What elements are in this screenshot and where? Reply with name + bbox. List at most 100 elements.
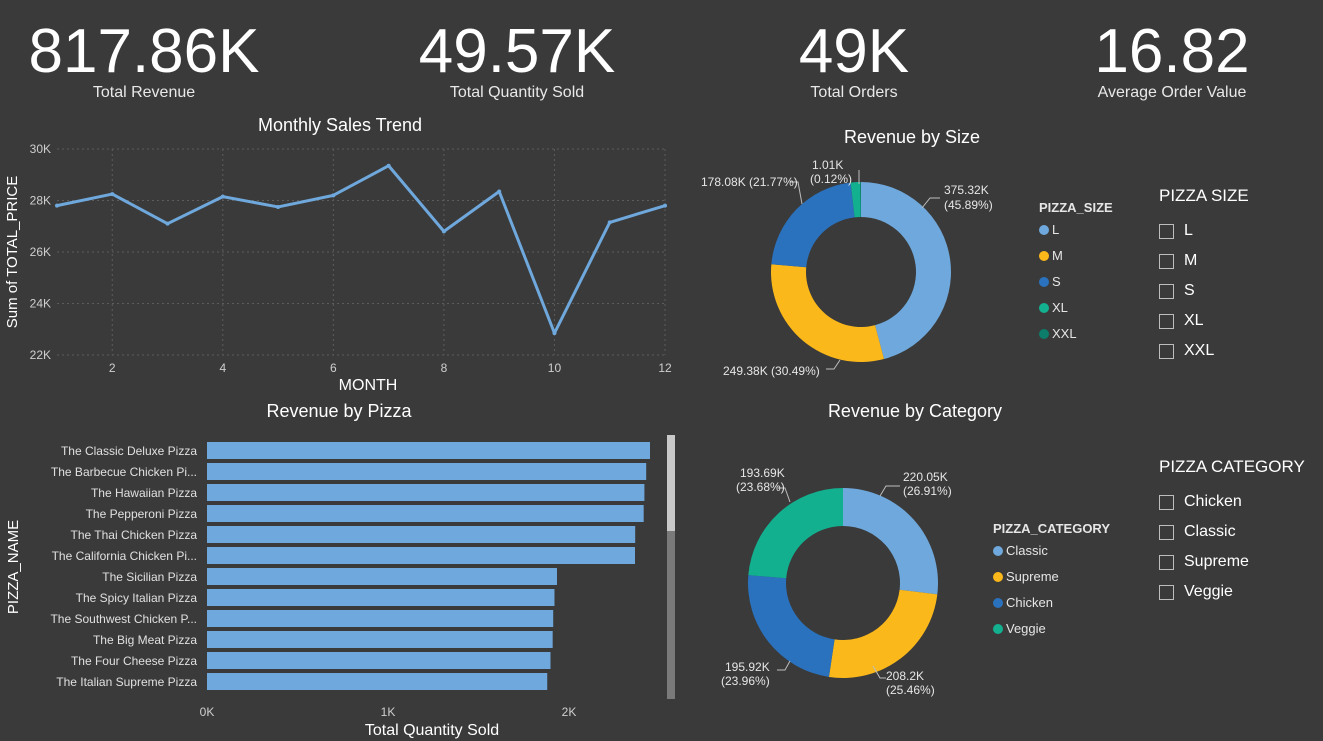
data-point [497,189,502,194]
checkbox[interactable] [1159,494,1174,510]
donut-slice-supreme [828,589,938,678]
slicer-option-classic[interactable]: Classic [1159,517,1305,547]
pizza-category-slicer: PIZZA CATEGORY Chicken Classic Supreme V… [1159,457,1305,607]
y-tick-label: 28K [30,194,51,208]
data-label: (23.68%) [736,480,785,494]
category-label: The Italian Supreme Pizza [56,675,197,689]
slicer-option-xxl[interactable]: XXL [1159,336,1249,366]
data-label: (45.89%) [944,198,993,212]
chart-title: Revenue by Size [844,127,980,147]
slicer-option-m[interactable]: M [1159,246,1249,276]
kpi-value: 49.57K [418,17,616,86]
chart-title: Monthly Sales Trend [258,115,422,135]
x-axis-title: MONTH [339,377,398,394]
pizza-size-slicer: PIZZA SIZE L M S XL XXL [1159,186,1249,366]
legend-marker [993,572,1003,582]
bar [207,526,636,543]
category-label: The Sicilian Pizza [102,570,197,584]
scrollbar-thumb[interactable] [667,435,675,531]
data-point [165,221,170,226]
category-label: The California Chicken Pi... [52,549,197,563]
y-tick-label: 22K [30,348,51,362]
x-axis-title: Total Quantity Sold [365,722,499,739]
data-point [331,193,336,198]
slicer-option-veggie[interactable]: Veggie [1159,577,1305,607]
x-tick-label: 8 [441,361,448,375]
legend-marker [1039,251,1049,261]
legend-marker [993,598,1003,608]
legend-label: Chicken [1006,595,1053,610]
bar [207,673,548,690]
checkbox[interactable] [1159,554,1174,570]
legend-label: XL [1052,300,1068,315]
kpi-label: Average Order Value [1097,84,1247,101]
data-label: (0.12%) [810,172,852,186]
slicer-option-s[interactable]: S [1159,276,1249,306]
slicer-option-supreme[interactable]: Supreme [1159,547,1305,577]
kpi-total-revenue: 817.86K Total Revenue [0,18,294,102]
kpi-label: Total Orders [810,84,898,101]
data-point [552,331,557,336]
category-label: The Classic Deluxe Pizza [61,444,197,458]
x-tick-label: 0K [200,705,215,719]
data-label: 208.2K [886,669,924,683]
checkbox[interactable] [1159,524,1174,540]
checkbox[interactable] [1159,584,1174,600]
checkbox[interactable] [1159,313,1174,329]
data-label: 193.69K [740,466,785,480]
revenue-by-size-chart[interactable]: Revenue by Size 375.32K(45.89%) 249.38K (3… [690,120,1140,390]
legend-marker [1039,225,1049,235]
legend-label: S [1052,274,1061,289]
bar [207,505,644,522]
bar [207,484,645,501]
data-label: (25.46%) [886,683,935,697]
checkbox[interactable] [1159,343,1174,359]
slicer-title: PIZZA SIZE [1159,186,1249,205]
slicer-option-xl[interactable]: XL [1159,306,1249,336]
data-point [55,203,59,208]
checkbox[interactable] [1159,283,1174,299]
legend-title: PIZZA_CATEGORY [993,521,1110,536]
chart-title: Revenue by Category [828,401,1002,421]
y-tick-label: 30K [30,142,51,156]
legend-label: Supreme [1006,569,1059,584]
data-point [607,220,612,225]
monthly-sales-trend-chart[interactable]: Monthly Sales Trend 22K 24K 26K 28K 30K 2 4 6 8 10… [0,108,680,398]
chart-title: Revenue by Pizza [266,401,412,421]
x-tick-label: 2K [562,705,577,719]
bar [207,589,555,606]
slicer-option-label: Veggie [1184,583,1233,600]
checkbox[interactable] [1159,253,1174,269]
category-label: The Four Cheese Pizza [71,654,197,668]
category-label: The Big Meat Pizza [93,633,197,647]
revenue-by-category-chart[interactable]: Revenue by Category 220.05K(26.91%) 208.2K… [690,395,1140,715]
x-tick-label: 1K [381,705,396,719]
y-tick-label: 24K [30,297,51,311]
data-label: 249.38K (30.49%) [723,364,820,378]
y-tick-label: 26K [30,245,51,259]
revenue-by-pizza-chart[interactable]: Revenue by Pizza The Classic Deluxe Pizza… [0,395,690,741]
bar [207,631,553,648]
data-label: 195.92K [725,660,770,674]
slicer-option-l[interactable]: L [1159,216,1249,246]
leader-line [879,485,900,497]
category-label: The Southwest Chicken P... [50,612,197,626]
y-axis-title: PIZZA_NAME [5,520,22,614]
kpi-value: 16.82 [1094,17,1250,86]
data-label: (26.91%) [903,484,952,498]
y-axis-title: Sum of TOTAL_PRICE [4,176,21,329]
donut-slice-classic [843,488,938,595]
data-label: 375.32K [944,183,989,197]
kpi-label: Total Quantity Sold [449,84,585,101]
kpi-total-quantity: 49.57K Total Quantity Sold [367,18,667,102]
slicer-option-label: S [1184,282,1195,299]
x-tick-label: 10 [548,361,562,375]
checkbox[interactable] [1159,223,1174,239]
category-label: The Spicy Italian Pizza [76,591,198,605]
slicer-option-chicken[interactable]: Chicken [1159,487,1305,517]
kpi-value: 817.86K [28,17,260,86]
donut-slice-s [771,182,855,268]
data-point [220,194,225,199]
legend-marker [993,624,1003,634]
kpi-average-order-value: 16.82 Average Order Value [1022,18,1322,102]
